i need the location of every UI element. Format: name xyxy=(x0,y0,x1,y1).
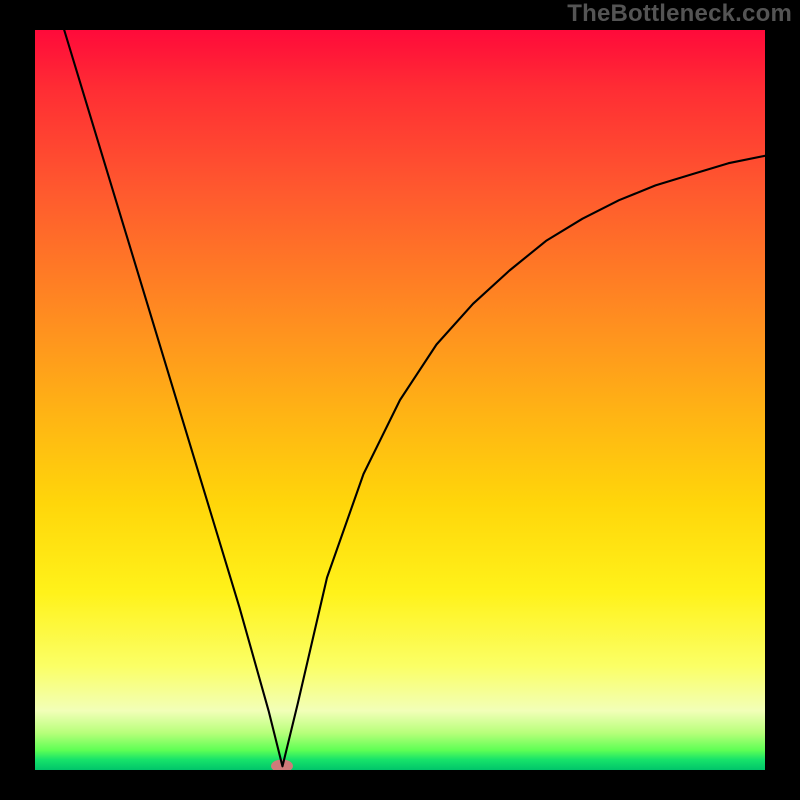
bottleneck-curve xyxy=(35,30,765,770)
watermark-text: TheBottleneck.com xyxy=(567,0,792,28)
chart-frame: TheBottleneck.com xyxy=(0,0,800,800)
plot-area xyxy=(35,30,765,770)
